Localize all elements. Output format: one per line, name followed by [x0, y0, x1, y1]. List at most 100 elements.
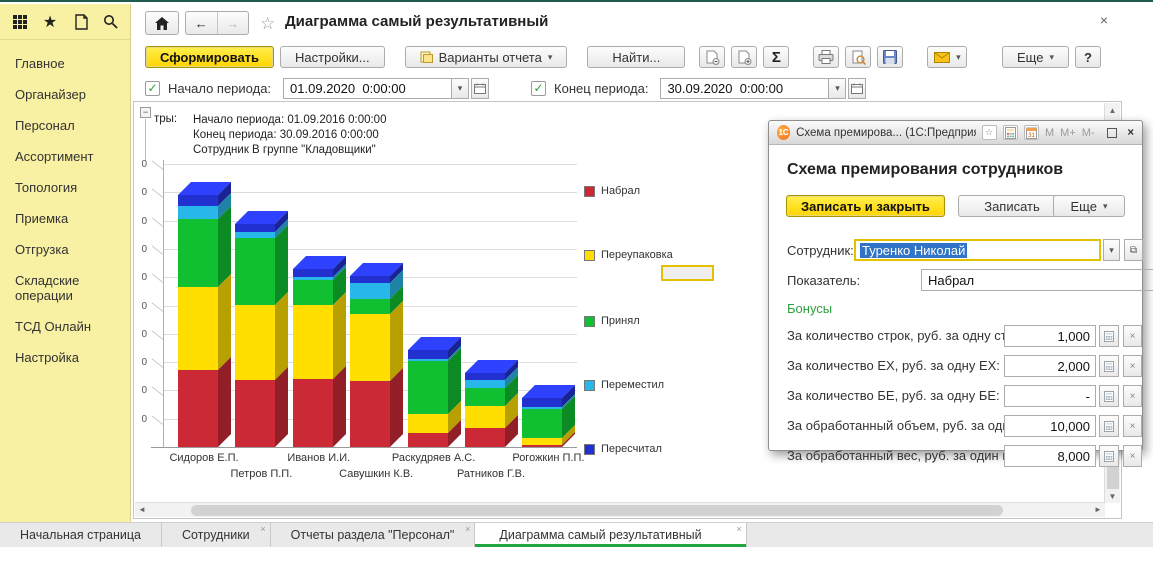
favorites-star-icon[interactable]: ★: [42, 13, 58, 31]
form-close-icon[interactable]: ×: [1100, 12, 1108, 28]
segment-Пересчитал[interactable]: [350, 276, 390, 283]
clear-button[interactable]: ×: [1123, 385, 1142, 407]
segment-Принял[interactable]: [522, 409, 562, 438]
segment-Набрал[interactable]: [465, 428, 505, 447]
end-period-input[interactable]: [660, 78, 828, 99]
segment-Переупаковка[interactable]: [293, 305, 333, 379]
horizontal-scrollbar[interactable]: ◄ ►: [135, 502, 1105, 517]
back-button[interactable]: ←: [186, 12, 218, 34]
print-button[interactable]: [813, 46, 839, 68]
segment-Принял[interactable]: [235, 238, 275, 305]
print-preview-button[interactable]: [845, 46, 871, 68]
segment-Принял[interactable]: [350, 299, 390, 314]
collapse-groups-button[interactable]: [699, 46, 725, 68]
memory-mplus-button[interactable]: М+: [1060, 127, 1076, 139]
sidebar-item-topology[interactable]: Топология: [0, 172, 130, 203]
calculator-button[interactable]: [1099, 355, 1119, 377]
segment-Принял[interactable]: [178, 219, 218, 287]
main-menu-icon[interactable]: [12, 13, 28, 31]
segment-Пересчитал[interactable]: [293, 269, 333, 277]
memory-mminus-button[interactable]: М-: [1082, 127, 1095, 139]
segment-Набрал[interactable]: [522, 445, 562, 447]
search-icon[interactable]: [102, 13, 118, 31]
sidebar-item-assortment[interactable]: Ассортимент: [0, 141, 130, 172]
memory-m-button[interactable]: М: [1045, 127, 1054, 139]
scroll-up-icon[interactable]: ▲: [1105, 103, 1120, 117]
dialog-favorite-icon[interactable]: ☆: [982, 125, 997, 140]
segment-Переупаковка[interactable]: [408, 414, 448, 433]
segment-Набрал[interactable]: [293, 379, 333, 447]
generate-button[interactable]: Сформировать: [145, 46, 274, 68]
clear-button[interactable]: ×: [1123, 415, 1142, 437]
bonus-input-volume[interactable]: [1004, 415, 1096, 437]
segment-Переупаковка[interactable]: [178, 287, 218, 370]
segment-Переместил[interactable]: [350, 283, 390, 299]
sidebar-item-sklad-operations[interactable]: Складские операции: [0, 265, 130, 311]
save-and-close-button[interactable]: Записать и закрыть: [786, 195, 945, 217]
calculator-button[interactable]: [1099, 385, 1119, 407]
segment-Принял[interactable]: [293, 280, 333, 305]
floating-edit-box[interactable]: [661, 265, 714, 281]
sidebar-item-tsd-online[interactable]: ТСД Онлайн: [0, 311, 130, 342]
report-variants-button[interactable]: Варианты отчета▾: [405, 46, 568, 68]
bar-Петров П.П.[interactable]: [235, 211, 288, 447]
end-period-calendar-icon[interactable]: [848, 78, 866, 99]
employee-dropdown-icon[interactable]: ▾: [1103, 239, 1120, 261]
start-period-dropdown-icon[interactable]: ▾: [451, 78, 469, 99]
segment-Набрал[interactable]: [408, 433, 448, 447]
tab-personal-reports[interactable]: Отчеты раздела "Персонал"×: [271, 523, 476, 547]
segment-Переупаковка[interactable]: [522, 438, 562, 445]
bar-Раскудряев А.С.[interactable]: [408, 337, 461, 447]
tab-close-icon[interactable]: ×: [736, 524, 741, 534]
sidebar-item-nastroyka[interactable]: Настройка: [0, 342, 130, 373]
scroll-left-icon[interactable]: ◄: [135, 503, 149, 516]
segment-Набрал[interactable]: [235, 380, 275, 447]
bonus-input-be[interactable]: [1004, 385, 1096, 407]
segment-Переупаковка[interactable]: [235, 305, 275, 380]
segment-Переупаковка[interactable]: [465, 406, 505, 428]
save-button[interactable]: [877, 46, 903, 68]
segment-Набрал[interactable]: [178, 370, 218, 447]
bar-Сидоров Е.П.[interactable]: [178, 182, 231, 447]
start-period-input[interactable]: [283, 78, 451, 99]
scroll-right-icon[interactable]: ►: [1091, 503, 1105, 516]
segment-Пересчитал[interactable]: [235, 224, 275, 232]
forward-button[interactable]: →: [218, 12, 249, 34]
dialog-titlebar[interactable]: 1С Схема премирова... (1С:Предприятие) ☆…: [769, 121, 1142, 145]
tab-close-icon[interactable]: ×: [260, 524, 265, 534]
segment-Переместил[interactable]: [178, 206, 218, 219]
calculator-button[interactable]: [1099, 325, 1119, 347]
start-period-checkbox[interactable]: ✓: [145, 81, 160, 96]
dialog-more-button[interactable]: Еще▾: [1053, 195, 1125, 217]
segment-Пересчитал[interactable]: [465, 373, 505, 380]
bar-Ратников Г.В.[interactable]: [465, 360, 518, 447]
dialog-maximize-icon[interactable]: [1107, 128, 1118, 138]
find-button[interactable]: Найти...: [587, 46, 685, 68]
calculator-icon[interactable]: [1003, 125, 1018, 140]
sidebar-item-priemka[interactable]: Приемка: [0, 203, 130, 234]
bar-Савушкин К.В.[interactable]: [350, 263, 403, 447]
expand-groups-button[interactable]: [731, 46, 757, 68]
bonus-input-lines[interactable]: [1004, 325, 1096, 347]
dialog-close-icon[interactable]: ×: [1123, 127, 1134, 139]
calendar-icon[interactable]: 31: [1024, 125, 1039, 140]
employee-open-icon[interactable]: ⧉: [1124, 239, 1143, 261]
calculator-button[interactable]: [1099, 445, 1119, 467]
calculator-button[interactable]: [1099, 415, 1119, 437]
segment-Набрал[interactable]: [350, 381, 390, 447]
segment-Переупаковка[interactable]: [350, 314, 390, 381]
segment-Пересчитал[interactable]: [408, 350, 448, 359]
settings-button[interactable]: Настройки...: [280, 46, 385, 68]
sidebar-item-otgruzka[interactable]: Отгрузка: [0, 234, 130, 265]
clear-button[interactable]: ×: [1123, 325, 1142, 347]
horizontal-scroll-thumb[interactable]: [191, 505, 1003, 516]
add-favorite-star-icon[interactable]: ☆: [260, 14, 275, 34]
bonus-input-ex[interactable]: [1004, 355, 1096, 377]
employee-field[interactable]: Туренко Николай: [854, 239, 1101, 261]
sidebar-item-glavnoe[interactable]: Главное: [0, 48, 130, 79]
segment-Пересчитал[interactable]: [522, 398, 562, 407]
sum-button[interactable]: Σ: [763, 46, 789, 68]
bonus-input-weight[interactable]: [1004, 445, 1096, 467]
segment-Пересчитал[interactable]: [178, 195, 218, 206]
end-period-checkbox[interactable]: ✓: [531, 81, 546, 96]
